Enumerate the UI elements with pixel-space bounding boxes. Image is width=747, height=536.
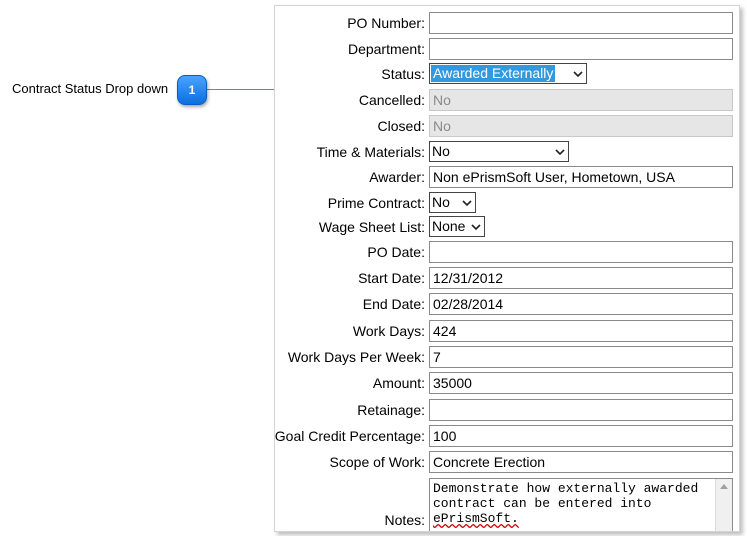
- scope-of-work-input[interactable]: Concrete Erection: [429, 451, 733, 473]
- notes-line: Demonstrate how externally awarded: [433, 481, 699, 496]
- end-date-input[interactable]: 02/28/2014: [429, 293, 733, 315]
- row-po-number: PO Number:: [275, 12, 739, 34]
- row-start-date: Start Date: 12/31/2012: [275, 267, 739, 289]
- row-prime-contract: Prime Contract: No: [275, 192, 739, 214]
- chevron-down-icon: [462, 200, 472, 207]
- row-retainage: Retainage:: [275, 399, 739, 421]
- notes-line: ePrismSoft.: [433, 511, 519, 526]
- chevron-down-icon: [573, 71, 583, 78]
- prime-contract-label: Prime Contract:: [327, 195, 425, 211]
- wage-sheet-list-dropdown[interactable]: None: [429, 216, 485, 237]
- cancelled-input: No: [429, 89, 733, 111]
- row-amount: Amount: 35000: [275, 372, 739, 394]
- row-cancelled: Cancelled: No: [275, 89, 739, 111]
- scroll-up-arrow-icon[interactable]: [720, 484, 728, 489]
- retainage-input[interactable]: [429, 399, 733, 421]
- row-awarder: Awarder: Non ePrismSoft User, Hometown, …: [275, 166, 739, 188]
- awarder-label: Awarder:: [369, 169, 425, 185]
- row-goal-credit-percentage: Goal Credit Percentage: 100: [274, 425, 739, 447]
- work-days-input[interactable]: 424: [429, 320, 733, 342]
- time-materials-dropdown[interactable]: No: [429, 141, 569, 162]
- status-selected-value: Awarded Externally: [431, 65, 556, 82]
- wage-sheet-list-selected-value: None: [432, 218, 466, 234]
- notes-line: contract can be entered into: [433, 496, 652, 511]
- row-status: Status: Awarded Externally: [275, 63, 739, 85]
- amount-input[interactable]: 35000: [429, 372, 733, 394]
- scope-of-work-label: Scope of Work:: [329, 454, 425, 470]
- time-materials-label: Time & Materials:: [316, 144, 425, 160]
- row-closed: Closed: No: [275, 115, 739, 137]
- row-notes: Notes: Demonstrate how externally awarde…: [275, 478, 739, 531]
- awarder-input[interactable]: Non ePrismSoft User, Hometown, USA: [429, 166, 733, 188]
- po-number-input[interactable]: [429, 12, 733, 34]
- work-days-per-week-input[interactable]: 7: [429, 346, 733, 368]
- callout-label: Contract Status Drop down: [12, 81, 169, 96]
- contract-form-panel: PO Number: Department: Status: Awarded E…: [274, 5, 740, 532]
- start-date-label: Start Date:: [358, 270, 425, 286]
- closed-input: No: [429, 115, 733, 137]
- row-po-date: PO Date:: [275, 241, 739, 263]
- end-date-label: End Date:: [362, 296, 425, 312]
- wage-sheet-list-label: Wage Sheet List:: [318, 219, 425, 235]
- row-wage-sheet-list: Wage Sheet List: None: [275, 216, 739, 238]
- notes-label: Notes:: [384, 512, 425, 528]
- chevron-down-icon: [555, 149, 565, 156]
- chevron-down-icon: [471, 224, 481, 231]
- po-number-label: PO Number:: [347, 15, 425, 31]
- department-input[interactable]: [429, 38, 733, 60]
- row-end-date: End Date: 02/28/2014: [275, 293, 739, 315]
- work-days-label: Work Days:: [352, 323, 425, 339]
- row-scope-of-work: Scope of Work: Concrete Erection: [275, 451, 739, 473]
- row-department: Department:: [275, 38, 739, 60]
- cancelled-label: Cancelled:: [358, 92, 425, 108]
- retainage-label: Retainage:: [357, 402, 425, 418]
- callout-badge: 1: [177, 75, 207, 105]
- row-work-days: Work Days: 424: [275, 320, 739, 342]
- goal-credit-percentage-input[interactable]: 100: [429, 425, 733, 447]
- row-time-materials: Time & Materials: No: [275, 141, 739, 163]
- status-dropdown[interactable]: Awarded Externally: [429, 63, 587, 84]
- time-materials-selected-value: No: [432, 143, 450, 159]
- notes-scrollbar[interactable]: [715, 479, 732, 531]
- prime-contract-selected-value: No: [432, 194, 450, 210]
- status-label: Status:: [381, 66, 425, 82]
- closed-label: Closed:: [377, 118, 425, 134]
- row-work-days-per-week: Work Days Per Week: 7: [275, 346, 739, 368]
- goal-credit-percentage-label: Goal Credit Percentage:: [274, 428, 425, 444]
- start-date-input[interactable]: 12/31/2012: [429, 267, 733, 289]
- po-date-label: PO Date:: [367, 244, 425, 260]
- prime-contract-dropdown[interactable]: No: [429, 192, 476, 213]
- work-days-per-week-label: Work Days Per Week:: [287, 349, 425, 365]
- notes-textarea[interactable]: Demonstrate how externally awarded contr…: [429, 478, 733, 531]
- po-date-input[interactable]: [429, 241, 733, 263]
- amount-label: Amount:: [372, 375, 425, 391]
- department-label: Department:: [347, 41, 425, 57]
